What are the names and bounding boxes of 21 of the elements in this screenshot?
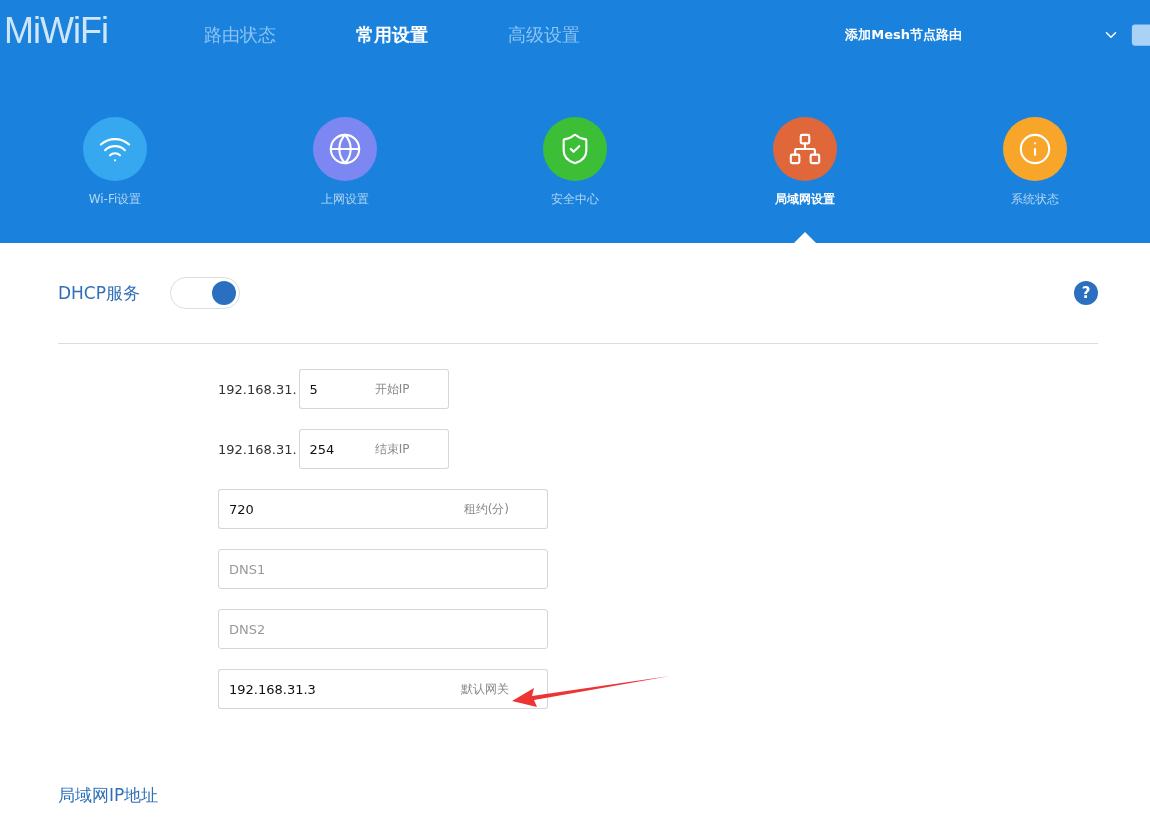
logo: MiWiFi <box>4 10 109 52</box>
ip-prefix: 192.168.31. <box>218 381 297 397</box>
nav-item[interactable]: 上网设置 <box>230 117 460 243</box>
section-title: DHCP服务 <box>58 281 140 305</box>
nav-label: 安全中心 <box>551 191 599 208</box>
help-button[interactable]: ? <box>1074 281 1098 305</box>
nav-item[interactable]: 系统状态 <box>920 117 1150 243</box>
section-title: 局域网IP地址 <box>58 783 159 807</box>
nav-label: Wi-Fi设置 <box>88 191 142 208</box>
nav-tab[interactable]: 高级设置 <box>508 23 660 47</box>
nav-item[interactable]: Wi-Fi设置 <box>0 117 230 243</box>
nav-label: 系统状态 <box>1011 191 1059 208</box>
nav-label: 上网设置 <box>321 191 369 208</box>
nav-tab[interactable]: 常用设置 <box>356 23 508 47</box>
nav-item[interactable]: 安全中心 <box>460 117 690 243</box>
nav-label: 局域网设置 <box>775 191 835 208</box>
mesh-link[interactable]: 添加Mesh节点路由 <box>845 26 962 44</box>
input-field[interactable]: DNS2 <box>218 609 548 649</box>
input-field[interactable]: DNS1 <box>218 549 548 589</box>
ip-prefix: 192.168.31. <box>218 441 297 457</box>
nav-tab[interactable]: 路由状态 <box>204 23 356 47</box>
